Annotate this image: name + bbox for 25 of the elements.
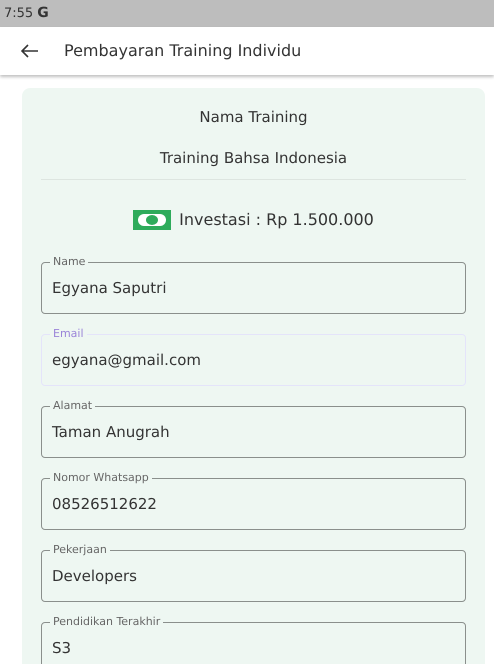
status-time: 7:55	[4, 4, 34, 23]
field-value: 08526512622	[52, 494, 158, 514]
field-label: Email	[52, 326, 85, 342]
investment-amount: Investasi : Rp 1.500.000	[179, 209, 374, 231]
field-label: Nomor Whatsapp	[52, 470, 150, 486]
back-arrow-icon	[21, 44, 39, 58]
field-value: Egyana Saputri	[52, 278, 168, 298]
field-value: S3	[52, 638, 72, 658]
field-label: Name	[52, 254, 86, 270]
app-letter: G	[37, 4, 49, 23]
text-field[interactable]: Name Egyana Saputri	[41, 254, 466, 314]
text-field[interactable]: Pendidikan Terakhir S3	[41, 614, 466, 664]
field-value: Developers	[52, 566, 138, 586]
training-name: Training Bahsa Indonesia	[158, 148, 348, 168]
banknote-icon	[133, 210, 172, 230]
field-label: Pendidikan Terakhir	[52, 614, 162, 630]
text-field[interactable]: Nomor Whatsapp 08526512622	[41, 470, 466, 530]
text-field[interactable]: Alamat Taman Anugrah	[41, 398, 466, 458]
field-label: Alamat	[52, 398, 94, 414]
text-field[interactable]: Pekerjaan Developers	[41, 542, 466, 602]
card-heading: Nama Training	[198, 107, 309, 128]
page-title: Pembayaran Training Individu	[64, 40, 302, 62]
field-value: egyana@gmail.com	[52, 350, 202, 370]
field-value: Taman Anugrah	[52, 422, 171, 442]
field-label: Pekerjaan	[52, 542, 108, 558]
